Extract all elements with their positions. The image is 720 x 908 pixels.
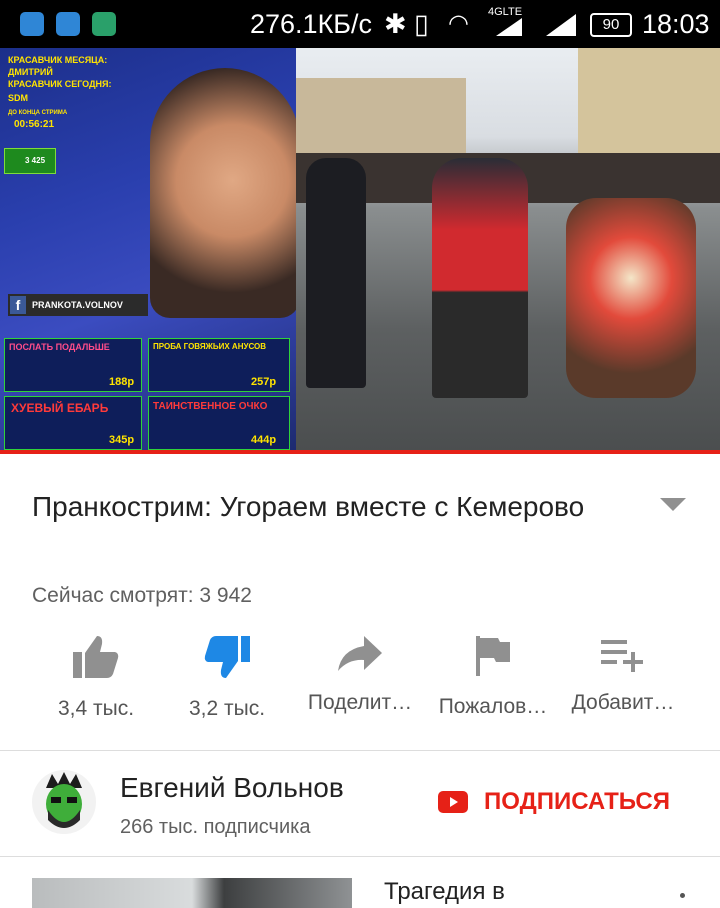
overlay-today-name: SDM (8, 93, 28, 103)
overlay-tile-1: ПОСЛАТЬ ПОДАЛЬШЕ 188р (4, 338, 142, 392)
tile2-price: 257р (251, 376, 277, 388)
playlist-add-icon (601, 640, 643, 672)
video-progress-bar[interactable] (0, 450, 720, 454)
add-label: Добавит… (571, 691, 675, 714)
overlay-timer: 00:56:21 (14, 119, 55, 130)
facebook-icon: f (10, 296, 26, 314)
report-button[interactable]: Пожалов… (428, 636, 558, 719)
video-player[interactable]: КРАСАВЧИК МЕСЯЦА: ДМИТРИЙ КРАСАВЧИК СЕГО… (0, 48, 720, 450)
person-red-jacket (432, 158, 528, 398)
signal-icon-2 (546, 14, 576, 36)
overlay-tile-3: ХУЕВЫЙ ЕБАРЬ 345р (4, 396, 142, 450)
live-viewers: Сейчас смотрят: 3 942 (32, 584, 252, 607)
overlay-tile-2: ПРОБА ГОВЯЖЬИХ АНУСОВ 257р (148, 338, 290, 392)
overlay-likes: 3 425 (25, 156, 46, 165)
street-camera-feed (296, 48, 720, 450)
subscribe-label: ПОДПИСАТЬСЯ (484, 788, 670, 815)
tile1-title: ПОСЛАТЬ ПОДАЛЬШЕ (9, 342, 110, 352)
overlay-tile-4: ТАИНСТВЕННОЕ ОЧКО 444р (148, 396, 290, 450)
youtube-play-icon (438, 791, 468, 813)
overlay-facebook: PRANKOTA.VOLNOV (32, 300, 123, 310)
expand-chevron-icon[interactable] (660, 498, 686, 512)
streamer-figure (150, 68, 300, 318)
share-icon (338, 636, 382, 671)
dislike-button[interactable]: 3,2 тыс. (162, 636, 292, 721)
channel-avatar[interactable] (32, 770, 96, 834)
status-bar: 276.1КБ/с ✱ ▯ ◠ 4GLTE 90 18:03 (0, 0, 720, 48)
flag-icon (476, 636, 510, 676)
tile2-title: ПРОБА ГОВЯЖЬИХ АНУСОВ (153, 342, 267, 351)
thumbs-up-icon (73, 636, 119, 678)
building-right (578, 48, 720, 158)
clock: 18:03 (642, 9, 710, 39)
next-video-thumbnail[interactable] (32, 878, 352, 908)
avatar-face-icon (46, 772, 82, 828)
network-type: 4GLTE (488, 6, 523, 18)
download-icon (92, 12, 116, 36)
person-dark-coat (306, 158, 366, 388)
network-speed: 276.1КБ/с (250, 9, 373, 39)
next-video-title[interactable]: Трагедия в (384, 878, 505, 906)
flower-memorial (566, 198, 696, 398)
share-label: Поделит… (307, 691, 413, 714)
overlay-month-label: КРАСАВЧИК МЕСЯЦА: (8, 55, 108, 65)
bluetooth-icon: ✱ (384, 9, 407, 39)
more-options-icon[interactable] (680, 893, 685, 898)
share-button[interactable]: Поделит… (295, 636, 425, 715)
tile1-price: 188р (109, 376, 135, 388)
overlay-timer-label: ДО КОНЦА СТРИМА (8, 110, 68, 116)
dislike-count: 3,2 тыс. (188, 697, 266, 720)
like-count: 3,4 тыс. (57, 697, 135, 720)
signal-icon-1 (496, 18, 522, 36)
report-label: Пожалов… (438, 695, 548, 718)
subscriber-count: 266 тыс. подписчика (120, 816, 311, 838)
wifi-app-icon (56, 12, 80, 36)
tile4-title: ТАИНСТВЕННОЕ ОЧКО (153, 401, 268, 412)
battery-icon: 90 (590, 13, 632, 37)
overlay-month-name: ДМИТРИЙ (8, 67, 53, 77)
facebook-banner: f PRANKOTA.VOLNOV (8, 294, 148, 316)
like-button[interactable]: 3,4 тыс. (31, 636, 161, 721)
subscribe-button[interactable]: ПОДПИСАТЬСЯ (438, 788, 670, 816)
channel-name[interactable]: Евгений Вольнов (120, 772, 344, 804)
video-title: Пранкострим: Угораем вместе с Кемерово (32, 491, 585, 522)
streamer-webcam: КРАСАВЧИК МЕСЯЦА: ДМИТРИЙ КРАСАВЧИК СЕГО… (0, 48, 300, 450)
wifi-icon: ◠ (448, 10, 469, 37)
tile4-price: 444р (251, 434, 277, 446)
overlay-today-label: КРАСАВЧИК СЕГОДНЯ: (8, 79, 112, 89)
divider-bottom (0, 856, 720, 857)
divider-top (0, 750, 720, 751)
tile3-title: ХУЕВЫЙ ЕБАРЬ (11, 401, 109, 415)
thumbs-down-icon (204, 636, 250, 678)
likes-counter-box: 3 425 (4, 148, 56, 174)
message-icon (20, 12, 44, 36)
add-to-playlist-button[interactable]: Добавит… (558, 636, 688, 715)
vibrate-icon: ▯ (414, 9, 429, 39)
tile3-price: 345р (109, 434, 135, 446)
